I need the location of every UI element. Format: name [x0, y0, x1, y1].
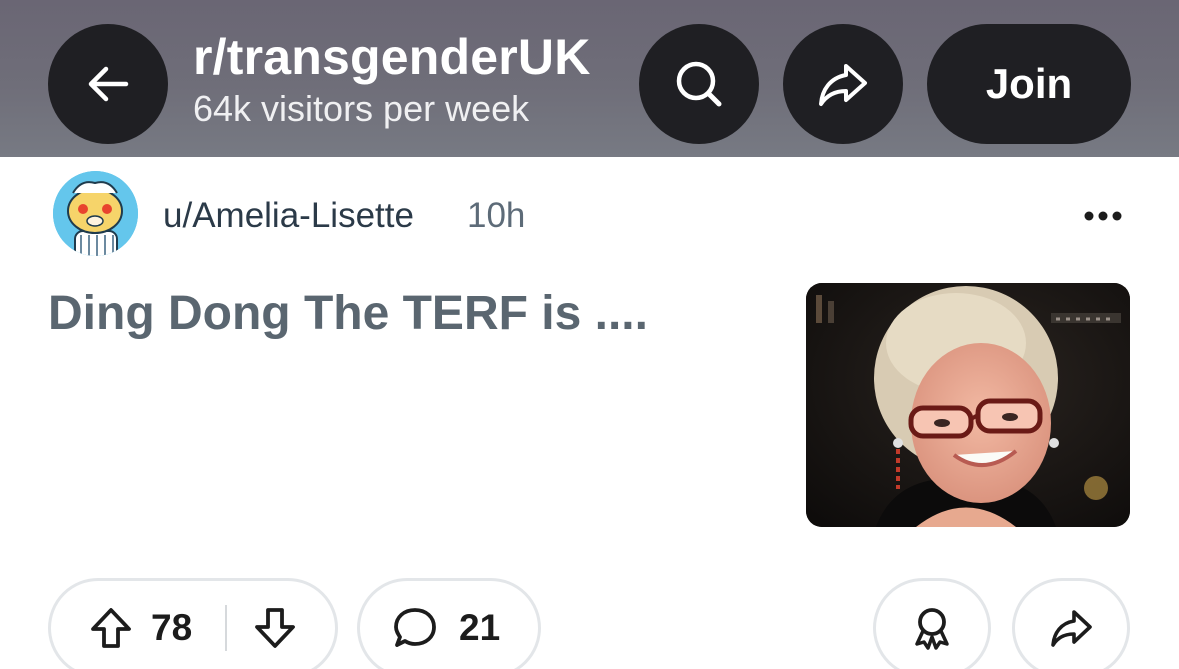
- snoo-avatar-image: [53, 171, 138, 256]
- share-button[interactable]: [783, 24, 903, 144]
- award-icon: [915, 608, 949, 650]
- more-options-button[interactable]: [1078, 196, 1128, 236]
- post-title[interactable]: Ding Dong The TERF is ....: [48, 286, 648, 341]
- comment-bubble-icon: [394, 608, 436, 647]
- post-author[interactable]: u/Amelia-Lisette: [163, 196, 414, 236]
- upvote-count: 78: [151, 607, 193, 648]
- arrow-left-icon: [88, 66, 129, 102]
- search-button[interactable]: [639, 24, 759, 144]
- vote-control: 78: [48, 578, 338, 669]
- comment-count: 21: [459, 607, 501, 648]
- portrait-photo: [806, 283, 1130, 527]
- author-avatar[interactable]: [53, 171, 138, 256]
- subreddit-header: r/transgenderUK 64k visitors per week Jo…: [0, 0, 1179, 157]
- more-dots-icon: [1084, 211, 1122, 221]
- join-button[interactable]: Join: [927, 24, 1131, 144]
- downvote-arrow-icon: [255, 608, 296, 648]
- post-share-button[interactable]: [1012, 578, 1130, 669]
- share-icon: [819, 64, 867, 106]
- upvote-arrow-icon: [91, 608, 131, 648]
- subreddit-name[interactable]: r/transgenderUK: [193, 28, 591, 86]
- award-button[interactable]: [873, 578, 991, 669]
- comments-button[interactable]: 21: [357, 578, 541, 669]
- downvote-button[interactable]: [251, 604, 299, 652]
- back-button[interactable]: [48, 24, 168, 144]
- visitors-count: 64k visitors per week: [193, 88, 530, 129]
- share-icon: [1051, 610, 1092, 647]
- post-time: 10h: [467, 196, 526, 235]
- vote-divider: [225, 605, 228, 651]
- search-icon: [676, 61, 722, 107]
- upvote-button[interactable]: [87, 604, 135, 652]
- post-thumbnail[interactable]: [806, 283, 1130, 527]
